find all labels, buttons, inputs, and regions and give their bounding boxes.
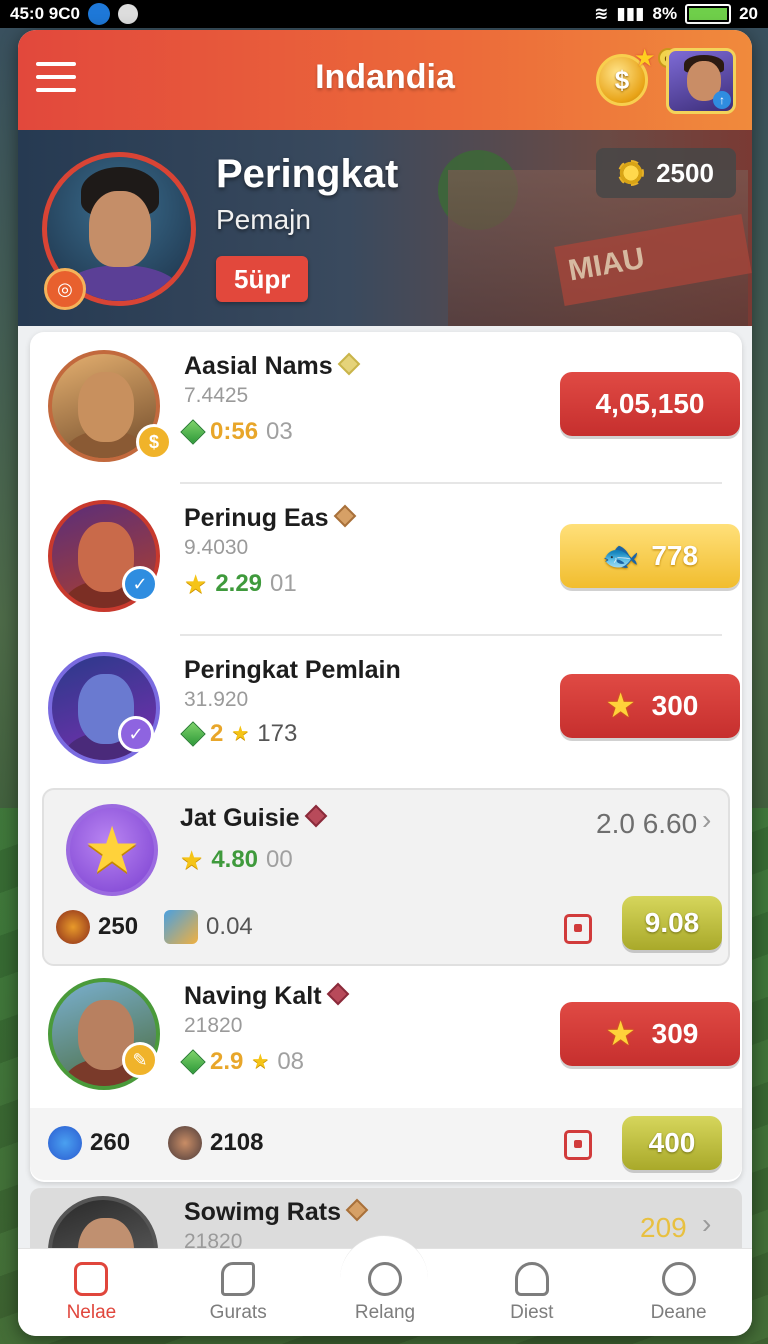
leaderboard-panel: Indandia $ ★ o ↑ MIAU ◎ Peringkat Pemajn… [18,30,752,1336]
potion-icon [164,910,199,944]
list-item[interactable]: ✓ Peringkat Pemlain 31.920 2 ★ 173 ★ 300 [30,636,742,786]
fire-icon [56,910,90,944]
chevron-right-icon[interactable]: › [702,1208,711,1240]
player-score: 209 [640,1212,687,1243]
player-name: Perinug Eas [184,504,356,533]
page-subtitle: Pemajn [216,204,311,235]
compass-icon [661,1261,696,1296]
bottom-nav: Nelae Gurats Relang Diest Deane [18,1235,752,1336]
player-id: 9.4030 [184,536,249,559]
diamond-icon [333,504,356,528]
bird-icon [48,1126,82,1160]
rank-badge-icon: ◎ [44,268,86,310]
player-score: 2.0 6.60 [596,808,698,839]
nav-item-gurats[interactable]: Gurats [165,1249,312,1336]
player-stat: 2 ★ 173 [180,720,297,748]
nav-item-relang[interactable]: Relang [312,1249,459,1336]
reward-button[interactable]: 400 [622,1116,722,1170]
star-icon: ★ [184,569,208,599]
verified-icon: ✓ [122,566,158,602]
player-extra-strip: 260 2108 400 [30,1108,742,1180]
leaderboard-list: $ Aasial Nams 7.4425 0:56 03 4,05,150 ✓ … [30,332,742,1182]
feather-badge-icon: ✎ [122,1042,158,1078]
score-button[interactable]: 4,05,150 [560,372,740,436]
reward-button[interactable]: 9.08 [622,896,722,950]
diamond-icon [345,1198,369,1222]
star-icon: ★ [605,1015,636,1053]
score-badge[interactable]: 2500 [596,148,736,198]
chevron-right-icon[interactable]: › [702,804,711,836]
list-item[interactable]: ✎ Naving Kalt 21820 2.9 ★ 08 ★ 309 [30,972,742,1108]
verified-icon: ✓ [118,716,154,752]
player-extra-stats: 250 0.04 [56,910,253,944]
player-extra-stats: 260 2108 [48,1126,263,1160]
star-icon: ★ [634,45,656,72]
player-name: Jat Guisie [180,804,327,833]
users-icon [514,1261,549,1296]
player-stat: 2.9 ★ 08 [180,1048,304,1076]
player-id: 7.4425 [184,384,249,407]
player-name: Peringkat Pemlain [184,656,401,684]
map-icon [221,1261,256,1296]
player-id: 31.920 [184,688,249,711]
gem-icon [180,1049,206,1075]
player-name: Aasial Nams [184,352,361,381]
star-icon: ★ [251,1051,270,1073]
user-avatar[interactable]: ↑ [666,48,736,114]
star-icon: ★ [180,845,204,875]
gem-icon [180,419,206,445]
player-stat: 0:56 03 [180,418,293,446]
app-notification-icon [87,3,110,25]
star-icon: ★ [605,687,636,725]
nav-item-diest[interactable]: Diest [458,1249,605,1336]
status-clock: 20 [739,4,758,23]
battery-icon [685,4,732,24]
battery-percent: 8% [652,4,678,23]
star-icon: ★ [231,723,250,745]
list-item[interactable]: $ Aasial Nams 7.4425 0:56 03 4,05,150 [30,332,742,482]
status-time: 45:0 9C0 [10,4,80,23]
diamond-icon [337,352,361,376]
app-notification-icon-2 [117,4,138,24]
chest-icon[interactable] [564,914,592,944]
player-name: Sowimg Rats [184,1198,369,1227]
wifi-icon: ≋ [594,4,609,23]
app-header: Indandia $ ★ o ↑ [18,30,752,130]
player-name: Naving Kalt [184,982,349,1011]
gem-icon [180,721,206,747]
nav-item-deane[interactable]: Deane [605,1249,752,1336]
player-mini-avatar [168,1126,203,1160]
player-stat: ★ 4.80 00 [180,845,293,875]
gear-icon [618,160,645,186]
player-stat: ★ 2.29 01 [184,569,297,599]
player-id: 21820 [184,1014,243,1037]
chest-icon[interactable] [564,1130,592,1160]
page-title: Peringkat [216,152,399,196]
score-button[interactable]: ★ 300 [560,674,740,738]
shield-heart-icon [74,1261,109,1296]
reward-button[interactable]: 🐟 778 [560,524,740,588]
score-button[interactable]: ★ 309 [560,1002,740,1066]
star-avatar-icon: ★ [66,804,158,896]
upgrade-badge-icon: ↑ [713,91,731,109]
close-circle-icon [367,1261,402,1296]
status-bar: 45:0 9C0 ≋ ▮▮▮ 8% 20 [0,0,768,28]
fish-icon: 🐟 [601,539,640,573]
profile-header: MIAU ◎ Peringkat Pemajn 5üpr 2500 [18,130,752,326]
score-value: 2500 [656,157,714,188]
signal-icon: ▮▮▮ [616,4,645,23]
diamond-icon [304,804,327,828]
diamond-icon [326,982,349,1006]
nav-item-nelae[interactable]: Nelae [18,1249,165,1336]
coin-badge-icon: $ [136,424,172,460]
list-item[interactable]: ✓ Perinug Eas 9.4030 ★ 2.29 01 🐟 778 [30,484,742,634]
rank-button[interactable]: 5üpr [216,256,309,302]
